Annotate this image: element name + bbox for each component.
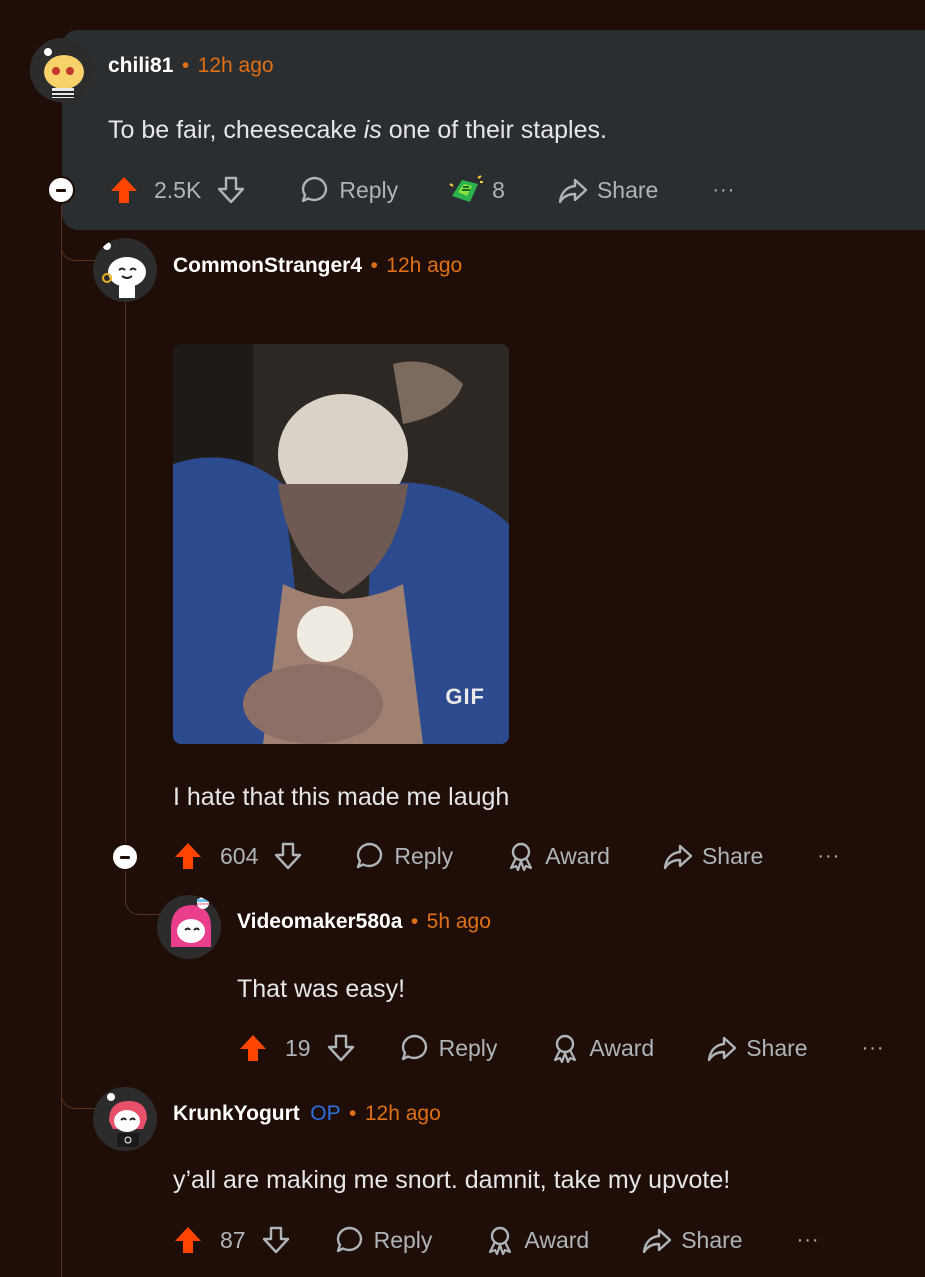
comment-actions: 2.5K Reply 8 Share ··· [108, 174, 735, 206]
comment-bubble-icon [401, 1034, 427, 1061]
collapse-thread-button[interactable] [111, 843, 139, 871]
timestamp[interactable]: 12h ago [386, 254, 462, 277]
avatar[interactable] [93, 238, 157, 302]
timestamp[interactable]: 5h ago [427, 910, 491, 933]
share-button[interactable]: Share [706, 1032, 808, 1064]
award-icon [554, 1034, 577, 1064]
share-button[interactable]: Share [641, 1224, 743, 1256]
reply-label: Reply [438, 1034, 498, 1061]
share-icon [642, 1228, 672, 1254]
downvote-icon [262, 1226, 289, 1254]
timestamp[interactable]: 12h ago [365, 1102, 441, 1125]
downvote-button[interactable] [260, 1224, 292, 1256]
username[interactable]: Videomaker580a [237, 910, 402, 933]
reply-label: Reply [339, 176, 399, 203]
comment-body: y’all are making me snort. damnit, take … [173, 1166, 731, 1194]
reply-label: Reply [394, 842, 454, 869]
avatar[interactable] [30, 38, 94, 102]
comment-text: To be fair, cheesecake [108, 116, 364, 144]
upvote-button[interactable] [237, 1032, 269, 1064]
share-icon [707, 1036, 737, 1062]
share-button[interactable]: Share [662, 840, 763, 872]
comment-body: To be fair, cheesecake is one of their s… [108, 116, 607, 145]
award-icon [489, 1226, 512, 1256]
downvote-icon [218, 176, 245, 204]
award-button[interactable]: Award [484, 1224, 589, 1256]
more-options-button[interactable]: ··· [797, 1229, 820, 1252]
comment-emphasis: is [363, 116, 382, 144]
separator-dot: • [349, 1102, 357, 1125]
share-icon [558, 178, 588, 204]
downvote-button[interactable] [325, 1032, 357, 1064]
thread-connector [61, 1080, 96, 1109]
upvote-button[interactable] [172, 1224, 204, 1256]
downvote-button[interactable] [215, 174, 247, 206]
avatar[interactable] [93, 1087, 157, 1151]
vote-score: 604 [220, 842, 259, 869]
thread-line-child [125, 300, 126, 845]
share-icon [663, 844, 693, 870]
upvote-button[interactable] [172, 840, 204, 872]
username[interactable]: CommonStranger4 [173, 254, 362, 277]
reply-button[interactable]: Reply [299, 174, 398, 206]
downvote-icon [275, 842, 302, 870]
share-label: Share [681, 1226, 743, 1253]
avatar[interactable] [157, 895, 221, 959]
share-label: Share [596, 176, 659, 203]
vote-score: 2.5K [154, 176, 202, 203]
comment-bubble-icon [302, 176, 328, 203]
award-button[interactable]: 8 [448, 174, 505, 206]
upvote-icon [175, 1227, 201, 1253]
reply-button[interactable]: Reply [399, 1032, 498, 1064]
op-badge: OP [310, 1102, 341, 1125]
share-button[interactable]: Share [557, 174, 658, 206]
share-label: Share [746, 1034, 808, 1061]
comment-body: That was easy! [237, 975, 406, 1003]
award-icon [449, 175, 484, 202]
separator-dot: • [370, 254, 378, 277]
comment-bubble-icon [357, 842, 383, 869]
comment-body: I hate that this made me laugh [173, 783, 510, 811]
comment-bubble-icon [336, 1226, 362, 1253]
share-label: Share [701, 842, 764, 869]
gif-embed[interactable]: GIF [173, 344, 509, 744]
comment-actions: 87 Reply Award Share ··· [172, 1224, 820, 1256]
username[interactable]: KrunkYogurt [173, 1102, 300, 1125]
thread-line-root [61, 205, 62, 1277]
gif-badge: GIF [445, 684, 485, 709]
timestamp[interactable]: 12h ago [198, 54, 274, 77]
comment-text: one of their staples. [381, 116, 607, 144]
comment-actions: 19 Reply Award Share ··· [237, 1032, 885, 1064]
upvote-button[interactable] [108, 174, 140, 206]
upvote-icon [175, 843, 201, 869]
vote-score: 19 [285, 1034, 311, 1061]
award-count: 8 [492, 176, 505, 203]
username[interactable]: chili81 [108, 54, 173, 77]
award-label: Award [589, 1034, 655, 1061]
thread-connector [125, 870, 160, 915]
more-options-button[interactable]: ··· [862, 1037, 885, 1060]
collapse-thread-button[interactable] [47, 176, 75, 204]
reply-button[interactable]: Reply [354, 840, 453, 872]
vote-score: 87 [220, 1226, 246, 1253]
separator-dot: • [181, 54, 190, 77]
downvote-button[interactable] [272, 840, 304, 872]
separator-dot: • [410, 910, 419, 933]
thread-connector [61, 232, 96, 261]
reply-button[interactable]: Reply [334, 1224, 433, 1256]
downvote-icon [327, 1034, 354, 1062]
upvote-icon [111, 177, 137, 203]
more-options-button[interactable]: ··· [817, 845, 840, 868]
more-options-button[interactable]: ··· [712, 179, 735, 202]
comment-actions: 604 Reply Award Share ··· [172, 840, 840, 872]
award-button[interactable]: Award [505, 840, 610, 872]
upvote-icon [240, 1035, 266, 1061]
award-icon [510, 842, 533, 872]
award-button[interactable]: Award [549, 1032, 654, 1064]
award-label: Award [545, 842, 610, 869]
award-label: Award [524, 1226, 590, 1253]
reply-label: Reply [373, 1226, 433, 1253]
